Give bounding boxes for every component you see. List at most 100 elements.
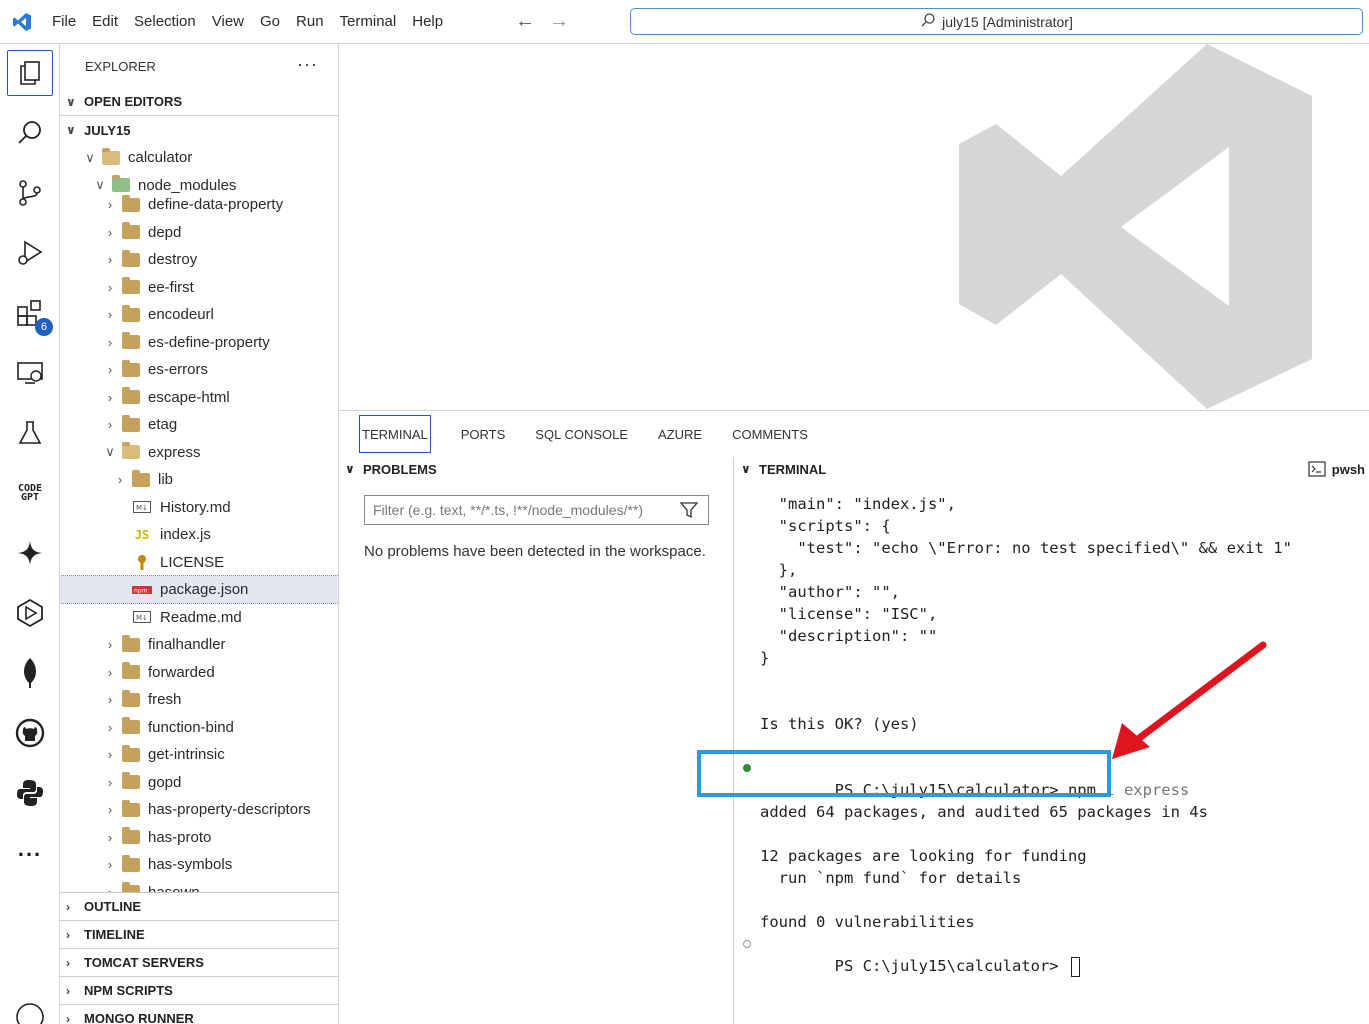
extensions-icon[interactable]: 6 (7, 290, 53, 336)
terminal-icon (1308, 461, 1326, 477)
github-icon[interactable] (7, 710, 53, 756)
back-arrow-icon[interactable]: ← (515, 10, 535, 33)
open-editors-header[interactable]: ∨ OPEN EDITORS (60, 88, 338, 116)
folder-icon (122, 689, 140, 707)
tree-item[interactable]: › gopd (60, 769, 338, 796)
command-center-search[interactable]: july15 [Administrator] (630, 8, 1363, 35)
tree-item[interactable]: › encodeurl (60, 301, 338, 328)
tree-item[interactable]: › has-property-descriptors (60, 796, 338, 823)
tree-item[interactable]: › depd (60, 219, 338, 246)
forward-arrow-icon[interactable]: → (549, 10, 569, 33)
tomcat-servers-header[interactable]: › TOMCAT SERVERS (60, 949, 338, 977)
tree-item-label: ee-first (148, 278, 194, 296)
menu-go[interactable]: Go (252, 0, 288, 44)
tree-item[interactable]: › etag (60, 411, 338, 438)
sparkle-icon[interactable] (7, 530, 53, 576)
remote-explorer-icon[interactable] (7, 350, 53, 396)
chevron-right-icon: › (107, 224, 113, 240)
explorer-title: EXPLORER ··· (85, 54, 318, 75)
tree-item[interactable]: ∨ calculator (60, 144, 338, 171)
folder-icon (122, 717, 140, 734)
chevron-right-icon: › (107, 389, 113, 405)
tree-item[interactable]: ∨ express (60, 439, 338, 466)
folder-open-icon (112, 175, 130, 192)
tree-item[interactable]: › has-symbols (60, 851, 338, 878)
tree-item[interactable]: › escape-html (60, 384, 338, 411)
testing-icon[interactable] (7, 410, 53, 456)
npm-scripts-header[interactable]: › NPM SCRIPTS (60, 977, 338, 1005)
outline-header[interactable]: › OUTLINE (60, 893, 338, 921)
tree-item-label: escape-html (148, 388, 230, 406)
filter-icon[interactable] (679, 501, 699, 522)
terminal-line: "license": "ISC", (760, 605, 938, 623)
python-icon[interactable] (7, 770, 53, 816)
codegpt-icon[interactable]: CODE GPT (7, 470, 53, 516)
tree-item[interactable]: › finalhandler (60, 631, 338, 658)
run-debug-icon[interactable] (7, 230, 53, 276)
tab-sql-console[interactable]: SQL CONSOLE (535, 415, 628, 453)
tree-item[interactable]: › lib (60, 466, 338, 493)
title-bar: File Edit Selection View Go Run Terminal… (0, 0, 1369, 44)
problems-filter-input[interactable]: Filter (e.g. text, **/*.ts, !**/node_mod… (364, 495, 709, 525)
explorer-icon[interactable] (7, 50, 53, 96)
svg-text:M↓: M↓ (136, 614, 148, 622)
terminal-line: Is this OK? (yes) (760, 715, 919, 733)
chevron-down-icon: ∨ (105, 444, 115, 459)
tree-item[interactable]: LICENSE (60, 549, 338, 576)
tab-terminal[interactable]: TERMINAL (359, 415, 431, 453)
tree-item[interactable]: › es-define-property (60, 329, 338, 356)
no-problems-message: No problems have been detected in the wo… (364, 543, 706, 560)
menu-file[interactable]: File (44, 0, 84, 44)
tab-azure[interactable]: AZURE (658, 415, 702, 453)
tree-item[interactable]: M↓ History.md (60, 494, 338, 521)
terminal-output: "main": "index.js", "scripts": { "test":… (743, 493, 1292, 977)
tree-item[interactable]: M↓ Readme.md (60, 604, 338, 631)
tree-item[interactable]: › get-intrinsic (60, 741, 338, 768)
terminal-cursor (1070, 956, 1080, 977)
terminal-line: added 64 packages, and audited 65 packag… (760, 803, 1208, 821)
tree-item-label: finalhandler (148, 636, 226, 653)
folder-icon (122, 744, 140, 762)
chevron-right-icon: › (107, 252, 113, 267)
mongodb-leaf-icon[interactable] (7, 650, 53, 696)
menu-edit[interactable]: Edit (84, 0, 126, 44)
tree-item[interactable]: › function-bind (60, 714, 338, 741)
terminal-prompt-line[interactable]: PS C:\july15\calculator> (743, 933, 1080, 977)
folder-icon (122, 359, 140, 377)
more-icon[interactable]: ... (7, 830, 53, 876)
mongo-runner-header[interactable]: › MONGO RUNNER (60, 1005, 338, 1024)
tree-item[interactable]: › es-errors (60, 356, 338, 383)
terminal-pane[interactable]: ∨ TERMINAL pwsh "main": "index.js", "scr… (735, 457, 1369, 1024)
menu-terminal[interactable]: Terminal (332, 0, 405, 44)
menu-run[interactable]: Run (288, 0, 332, 44)
source-control-icon[interactable] (7, 170, 53, 216)
tree-item[interactable]: › forwarded (60, 659, 338, 686)
menu-selection[interactable]: Selection (126, 0, 204, 44)
hexagon-play-icon[interactable] (7, 590, 53, 636)
search-view-icon[interactable] (7, 110, 53, 156)
tree-item[interactable]: JS index.js (60, 521, 338, 548)
terminal-line: "test": "echo \"Error: no test specified… (760, 539, 1292, 557)
tree-item[interactable]: npm package.json (60, 575, 338, 604)
terminal-line: 12 packages are looking for funding (760, 847, 1087, 865)
terminal-header[interactable]: ∨ TERMINAL (735, 457, 1369, 481)
problems-header[interactable]: ∨ PROBLEMS (339, 457, 733, 481)
tree-item[interactable]: › define-data-property (60, 191, 338, 218)
tree-item[interactable]: › destroy (60, 246, 338, 273)
folder-icon (122, 854, 140, 872)
explorer-more-actions[interactable]: ··· (297, 54, 318, 75)
tree-item[interactable]: › ee-first (60, 274, 338, 301)
tree-item[interactable]: › has-proto (60, 824, 338, 851)
menu-help[interactable]: Help (404, 0, 451, 44)
account-icon[interactable] (7, 994, 53, 1024)
tab-ports[interactable]: PORTS (461, 415, 506, 453)
chevron-down-icon: ∨ (741, 462, 751, 476)
timeline-header[interactable]: › TIMELINE (60, 921, 338, 949)
chevron-right-icon: › (107, 802, 113, 817)
tab-comments[interactable]: COMMENTS (732, 415, 808, 453)
tree-item[interactable]: › fresh (60, 686, 338, 713)
workspace-header[interactable]: ∨ JULY15 (60, 116, 338, 144)
terminal-shell-label[interactable]: pwsh (1308, 461, 1365, 477)
menu-view[interactable]: View (204, 0, 252, 44)
tree-item-label: has-symbols (148, 856, 233, 873)
